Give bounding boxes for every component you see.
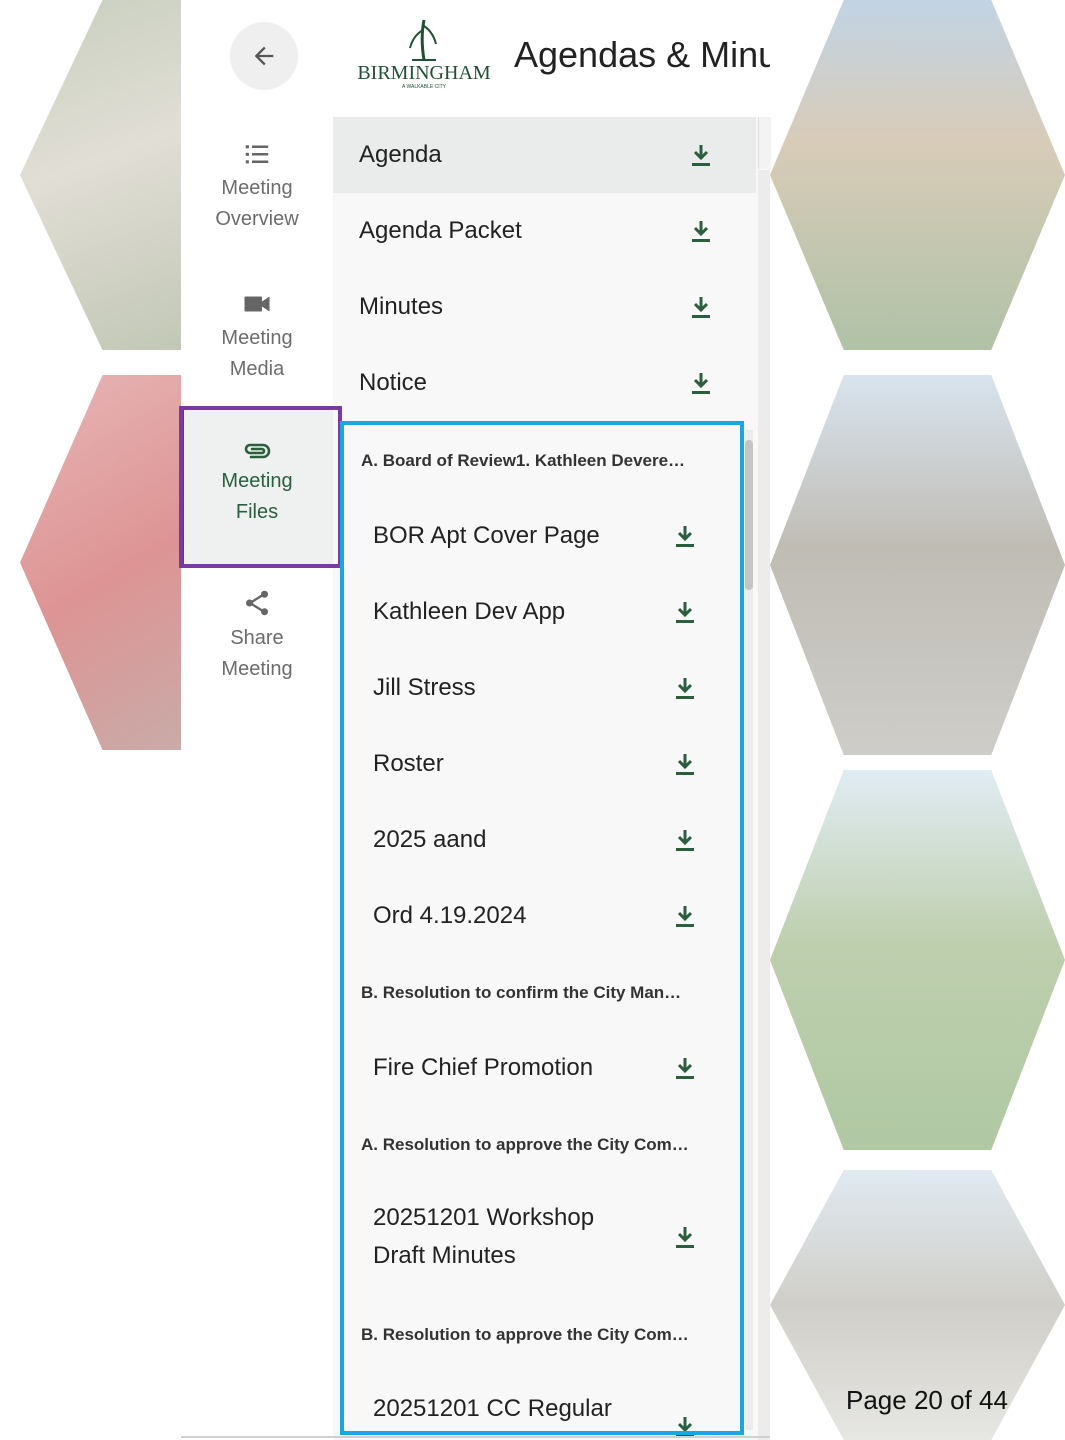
list-icon [245,145,269,164]
rail-item-meeting-media[interactable]: Meeting Media [181,289,333,407]
bg-photo-hex [770,375,1065,755]
panel-bottom-border [181,1436,770,1438]
share-icon [246,590,268,616]
download-icon[interactable] [691,143,711,167]
logo-tagline: A WALKABLE CITY [402,84,446,90]
back-button[interactable] [230,22,298,90]
page-number: Page 20 of 44 [846,1385,1008,1415]
document-label: Notice [359,369,428,396]
list-item-agenda-packet[interactable]: Agenda Packet [333,193,756,269]
list-item-notice[interactable]: Notice [333,345,756,421]
video-icon [244,296,270,312]
app-header: BIRMINGHAM A WALKABLE CITY Agendas & Min… [181,0,770,118]
highlight-box-meeting-files [179,406,342,568]
download-icon[interactable] [691,295,711,319]
document-label: Agenda [359,141,442,168]
rail-label: Share [230,627,284,649]
rail-item-share-meeting[interactable]: Share Meeting [181,587,333,717]
rail-label: Media [229,358,285,380]
rail-label: Overview [215,208,299,230]
inner-scrollbar-thumb[interactable] [745,440,753,590]
download-icon[interactable] [691,371,711,395]
side-rail: Meeting Overview Meeting Media Meeting F… [181,117,334,1440]
list-item-agenda[interactable]: Agenda [333,117,756,193]
document-label: Minutes [359,293,444,320]
birmingham-logo: BIRMINGHAM A WALKABLE CITY [354,16,494,94]
bg-photo-hex [770,770,1065,1150]
highlight-box-attachments [340,421,744,1435]
rail-label: Meeting [221,658,293,680]
rail-item-meeting-overview[interactable]: Meeting Overview [181,139,333,279]
rail-label: Meeting [221,327,293,349]
arrow-left-icon [254,46,274,66]
logo-wordmark: BIRMINGHAM [357,62,491,84]
scrollbar-track[interactable] [758,170,770,1440]
rail-label: Meeting [221,177,293,199]
download-icon[interactable] [691,219,711,243]
logo-tree-icon [409,19,437,61]
page-title: Agendas & Minu [514,34,770,75]
scrollbar-track-top[interactable] [758,117,771,169]
list-item-minutes[interactable]: Minutes [333,269,756,345]
document-label: Agenda Packet [359,217,522,244]
bg-photo-hex [770,0,1065,350]
